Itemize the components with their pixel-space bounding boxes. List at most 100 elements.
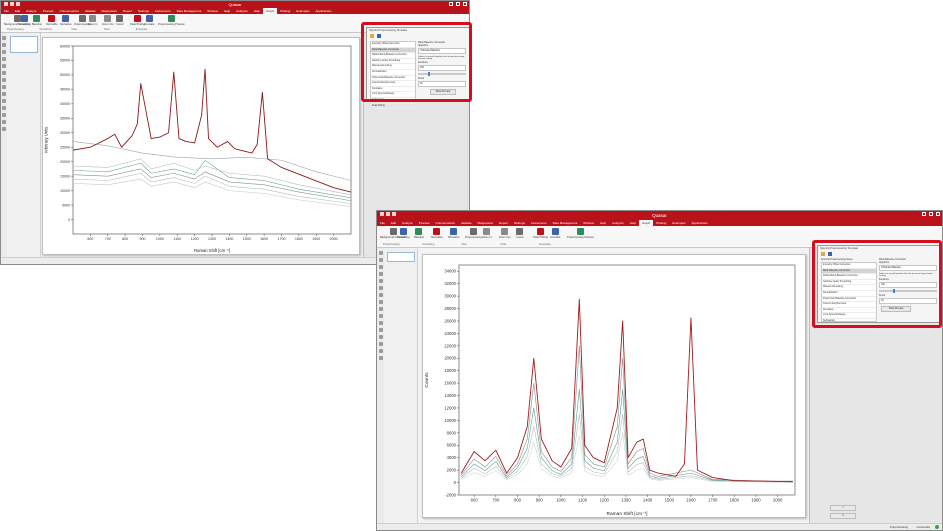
ribbon-button[interactable]: Normalize	[46, 15, 58, 26]
ribbon-button[interactable]: Zoom In	[88, 15, 98, 26]
tool-icon[interactable]	[378, 300, 383, 304]
tool-icon[interactable]	[378, 279, 383, 283]
ribbon-button-label: Preprocessing Preview	[158, 23, 185, 26]
tool-icon[interactable]	[378, 321, 383, 325]
ribbon-button[interactable]: Zoom Out	[499, 228, 511, 239]
bottom-spectrum-chart[interactable]: 600 700 800 900 1000 1100 1200 1300 1400 1500 1600…	[423, 255, 805, 517]
x-tick-label: 1600	[686, 498, 696, 503]
top-plot-area[interactable]: 600 700 800 900 1000 1100 1200 1300 1400 1500 1600…	[42, 37, 360, 255]
tool-icon[interactable]	[378, 328, 383, 332]
bottom-plot-area[interactable]: 600 700 800 900 1000 1100 1200 1300 1400 1500 1600…	[422, 254, 806, 518]
ribbon-button[interactable]: Derivative	[60, 15, 72, 26]
bottom-title-bar: Quasar	[377, 211, 942, 220]
ribbon-button-label: Baseline	[414, 236, 424, 239]
ribbon-button[interactable]: Zoom In	[482, 228, 492, 239]
status-state: Connected	[916, 525, 930, 529]
tool-icon[interactable]	[2, 120, 6, 124]
ribbon-button-label: Smoothing	[397, 236, 410, 239]
y-tick-label: 30000	[444, 294, 456, 299]
y-tick-label: 8000	[447, 430, 457, 435]
ribbon-icon	[167, 15, 175, 22]
ribbon-button-label: Cursor	[116, 23, 124, 26]
ribbon-button[interactable]: Peak Picking	[130, 15, 145, 26]
cancel-button[interactable]: ✕	[830, 513, 856, 519]
tool-icon[interactable]	[378, 342, 383, 346]
step-item[interactable]: Peak Fitting	[371, 104, 415, 110]
minimize-icon[interactable]	[449, 2, 453, 6]
x-tick-label: 1900	[751, 498, 761, 503]
ribbon-button[interactable]: Annotate	[550, 228, 560, 239]
x-tick-label: 1500	[665, 498, 675, 503]
ribbon-group-label: Examples	[539, 243, 551, 246]
tool-icon[interactable]	[378, 293, 383, 297]
apply-button[interactable]: ✓	[830, 505, 856, 511]
tool-icon[interactable]	[378, 335, 383, 339]
tool-icon[interactable]	[378, 251, 383, 255]
x-tick-label: 1600	[260, 237, 268, 241]
minimize-icon[interactable]	[922, 212, 926, 216]
tool-icon[interactable]	[2, 113, 6, 117]
ribbon-button[interactable]: Annotate	[144, 15, 154, 26]
tool-icon[interactable]	[378, 356, 383, 360]
tool-icon[interactable]	[378, 272, 383, 276]
tool-icon[interactable]	[2, 85, 6, 89]
tool-icon[interactable]	[2, 50, 6, 54]
tool-icon[interactable]	[378, 286, 383, 290]
ribbon-icon	[134, 15, 141, 22]
ribbon-button-label: Derivative	[60, 23, 72, 26]
tool-icon[interactable]	[2, 64, 6, 68]
maximize-icon[interactable]	[929, 212, 933, 216]
tool-icon[interactable]	[2, 57, 6, 61]
ribbon-group-label: Preprocessing	[383, 243, 400, 246]
ribbon-button[interactable]: Preprocessing	[465, 228, 482, 239]
ribbon-button[interactable]: Preprocessing Preview	[158, 15, 185, 26]
ribbon-button-label: Zoom In	[482, 236, 492, 239]
x-axis-label: Raman Shift [cm⁻¹]	[607, 511, 648, 517]
ribbon-button[interactable]: Smoothing	[18, 15, 30, 26]
y-tick-label: 35000	[60, 117, 70, 121]
ribbon-button[interactable]: Derivative	[448, 228, 460, 239]
ribbon-button[interactable]: Peak Picking	[533, 228, 548, 239]
ribbon-button[interactable]: Normalize	[431, 228, 443, 239]
tool-icon[interactable]	[378, 265, 383, 269]
y-tick-label: 24000	[444, 331, 456, 336]
tool-icon[interactable]	[2, 71, 6, 75]
tool-icon[interactable]	[2, 99, 6, 103]
close-icon[interactable]	[936, 212, 940, 216]
tool-icon[interactable]	[378, 349, 383, 353]
ribbon-button[interactable]: Cursor	[516, 228, 524, 239]
ribbon-button[interactable]: Zoom Out	[102, 15, 114, 26]
tool-icon[interactable]	[2, 36, 6, 40]
ribbon-button-label: Peak Picking	[130, 23, 145, 26]
ribbon-button[interactable]: Baseline	[32, 15, 42, 26]
spectrum-thumbnail[interactable]	[387, 252, 415, 262]
tool-icon[interactable]	[378, 258, 383, 262]
window-controls	[922, 212, 940, 216]
tool-icon[interactable]	[378, 314, 383, 318]
x-tick-label: 1900	[312, 237, 320, 241]
ribbon-icon	[537, 228, 544, 235]
ribbon-button[interactable]: Cursor	[116, 15, 124, 26]
tool-icon[interactable]	[2, 78, 6, 82]
spectrum-thumbnail[interactable]	[10, 36, 38, 53]
tool-icon[interactable]	[2, 92, 6, 96]
window-controls	[449, 2, 467, 6]
ribbon-icon	[389, 228, 397, 235]
ribbon-button[interactable]: Baseline	[414, 228, 424, 239]
ribbon-group-label: Preprocessing	[7, 28, 24, 31]
ribbon-button-label: Preprocessing	[465, 236, 482, 239]
ribbon-button[interactable]: Preprocessing Preview	[567, 228, 594, 239]
tool-icon[interactable]	[2, 106, 6, 110]
tool-icon[interactable]	[378, 307, 383, 311]
y-tick-label: 18000	[444, 368, 456, 373]
x-tick-label: 700	[105, 237, 111, 241]
close-icon[interactable]	[463, 2, 467, 6]
maximize-icon[interactable]	[456, 2, 460, 6]
top-spectrum-chart[interactable]: 600 700 800 900 1000 1100 1200 1300 1400 1500 1600…	[43, 38, 359, 254]
tool-icon[interactable]	[2, 43, 6, 47]
x-tick-label: 1400	[225, 237, 233, 241]
tool-icon[interactable]	[2, 127, 6, 131]
y-tick-label: 25000	[60, 145, 70, 149]
ribbon-group-label: Smoothing	[39, 28, 52, 31]
ribbon-button[interactable]: Smoothing	[397, 228, 409, 239]
